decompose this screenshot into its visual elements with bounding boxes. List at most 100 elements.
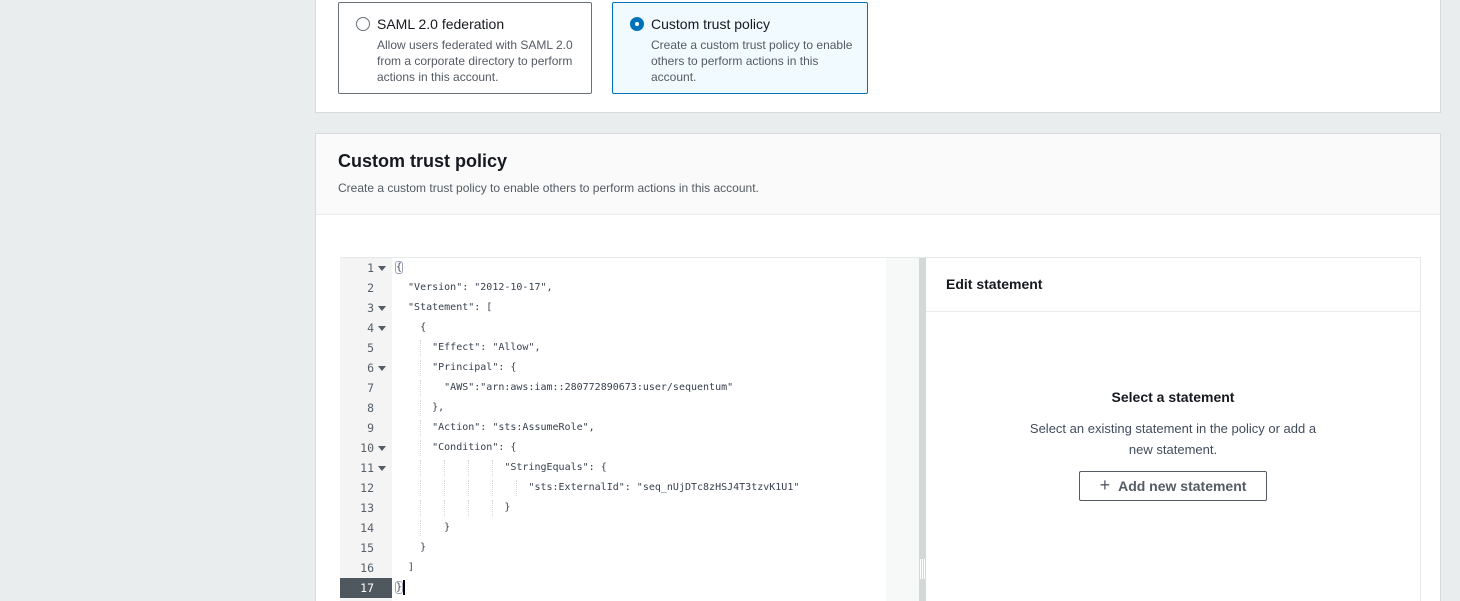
- gutter-line[interactable]: 6: [340, 358, 392, 378]
- gutter-line[interactable]: 8: [340, 398, 392, 418]
- gutter-line[interactable]: 16: [340, 558, 392, 578]
- empty-state-title: Select a statement: [926, 389, 1420, 405]
- gutter-line[interactable]: 11: [340, 458, 392, 478]
- gutter-line[interactable]: 4: [340, 318, 392, 338]
- indent-guide: [420, 360, 421, 376]
- card-description: Create a custom trust policy to enable o…: [651, 37, 857, 85]
- fold-slot: [374, 378, 389, 398]
- code-line[interactable]: "StringEquals": {: [392, 458, 886, 478]
- indent-guide: [468, 460, 469, 476]
- code-line[interactable]: "AWS":"arn:aws:iam::280772890673:user/se…: [392, 378, 886, 398]
- gutter-line[interactable]: 15: [340, 538, 392, 558]
- code-line[interactable]: "Effect": "Allow",: [392, 338, 886, 358]
- line-number: 17: [360, 581, 374, 595]
- indent-guide: [420, 460, 421, 476]
- gutter-line[interactable]: 17: [340, 578, 392, 598]
- fold-slot: [374, 438, 389, 458]
- code-text: ]: [408, 562, 414, 573]
- gutter-line[interactable]: 3: [340, 298, 392, 318]
- code-line[interactable]: {: [392, 318, 886, 338]
- line-number: 9: [367, 421, 374, 435]
- gutter-line[interactable]: 12: [340, 478, 392, 498]
- edit-statement-title: Edit statement: [926, 258, 1420, 312]
- line-number: 7: [367, 381, 374, 395]
- section-title: Custom trust policy: [338, 151, 507, 172]
- fold-arrow-icon[interactable]: [378, 446, 386, 451]
- radio-selected-icon[interactable]: [630, 17, 644, 31]
- editor-scrollbar-track[interactable]: [886, 258, 919, 601]
- line-number: 14: [360, 521, 374, 535]
- fold-slot: [374, 398, 389, 418]
- edit-statement-body: Select a statement Select an existing st…: [926, 312, 1420, 601]
- editor-code[interactable]: {"Version": "2012-10-17","Statement": [{…: [392, 258, 886, 601]
- fold-slot: [374, 358, 389, 378]
- section-description: Create a custom trust policy to enable o…: [338, 181, 759, 195]
- code-text: }: [420, 542, 426, 553]
- line-number: 6: [367, 361, 374, 375]
- gutter-line[interactable]: 9: [340, 418, 392, 438]
- line-number: 1: [367, 261, 374, 275]
- fold-arrow-icon[interactable]: [378, 306, 386, 311]
- gutter-line[interactable]: 7: [340, 378, 392, 398]
- line-number: 3: [367, 301, 374, 315]
- code-line[interactable]: }: [392, 498, 886, 518]
- code-line[interactable]: }: [392, 518, 886, 538]
- code-text: }: [504, 502, 510, 513]
- code-text: "Principal": {: [432, 362, 516, 373]
- indent-guide: [420, 420, 421, 436]
- line-number: 2: [367, 281, 374, 295]
- fold-slot: [374, 258, 389, 278]
- add-button-label: Add new statement: [1118, 478, 1246, 494]
- indent-guide: [444, 460, 445, 476]
- code-line[interactable]: "Version": "2012-10-17",: [392, 278, 886, 298]
- fold-slot: [374, 478, 389, 498]
- gutter-line[interactable]: 14: [340, 518, 392, 538]
- code-line[interactable]: "Action": "sts:AssumeRole",: [392, 418, 886, 438]
- add-new-statement-button[interactable]: + Add new statement: [1079, 471, 1268, 501]
- indent-guide: [420, 440, 421, 456]
- fold-arrow-icon[interactable]: [378, 466, 386, 471]
- line-number: 8: [367, 401, 374, 415]
- line-number: 11: [360, 461, 374, 475]
- code-line[interactable]: "Statement": [: [392, 298, 886, 318]
- gutter-line[interactable]: 2: [340, 278, 392, 298]
- indent-guide: [420, 500, 421, 516]
- card-saml-federation[interactable]: SAML 2.0 federation Allow users federate…: [338, 2, 592, 94]
- code-line[interactable]: }: [392, 578, 886, 598]
- code-text: }: [396, 582, 402, 593]
- code-line[interactable]: }: [392, 538, 886, 558]
- line-number: 5: [367, 341, 374, 355]
- code-line[interactable]: ]: [392, 558, 886, 578]
- fold-slot: [374, 318, 389, 338]
- fold-arrow-icon[interactable]: [378, 326, 386, 331]
- fold-slot: [374, 578, 389, 598]
- editor-splitter[interactable]: [919, 258, 926, 601]
- fold-arrow-icon[interactable]: [378, 266, 386, 271]
- indent-guide: [468, 500, 469, 516]
- card-custom-trust-policy[interactable]: Custom trust policy Create a custom trus…: [612, 2, 868, 94]
- gutter-line[interactable]: 1: [340, 258, 392, 278]
- fold-slot: [374, 538, 389, 558]
- indent-guide: [492, 500, 493, 516]
- gutter-line[interactable]: 13: [340, 498, 392, 518]
- indent-guide: [420, 340, 421, 356]
- text-cursor: [403, 580, 405, 595]
- indent-guide: [468, 480, 469, 496]
- code-line[interactable]: "sts:ExternalId": "seq_nUjDTc8zHSJ4T3tzv…: [392, 478, 886, 498]
- line-number: 15: [360, 541, 374, 555]
- gutter-line[interactable]: 5: [340, 338, 392, 358]
- card-description: Allow users federated with SAML 2.0 from…: [377, 37, 581, 85]
- edit-statement-panel: Edit statement Select a statement Select…: [926, 258, 1421, 601]
- gutter-line[interactable]: 10: [340, 438, 392, 458]
- code-line[interactable]: },: [392, 398, 886, 418]
- fold-slot: [374, 558, 389, 578]
- indent-guide: [492, 480, 493, 496]
- policy-editor-row: 1234567891011121314151617 {"Version": "2…: [340, 257, 1421, 601]
- code-line[interactable]: {: [392, 258, 886, 278]
- code-line[interactable]: "Condition": {: [392, 438, 886, 458]
- fold-arrow-icon[interactable]: [378, 366, 386, 371]
- code-line[interactable]: "Principal": {: [392, 358, 886, 378]
- code-text: }: [444, 522, 450, 533]
- code-text: "Effect": "Allow",: [432, 342, 540, 353]
- radio-unselected-icon[interactable]: [356, 17, 370, 31]
